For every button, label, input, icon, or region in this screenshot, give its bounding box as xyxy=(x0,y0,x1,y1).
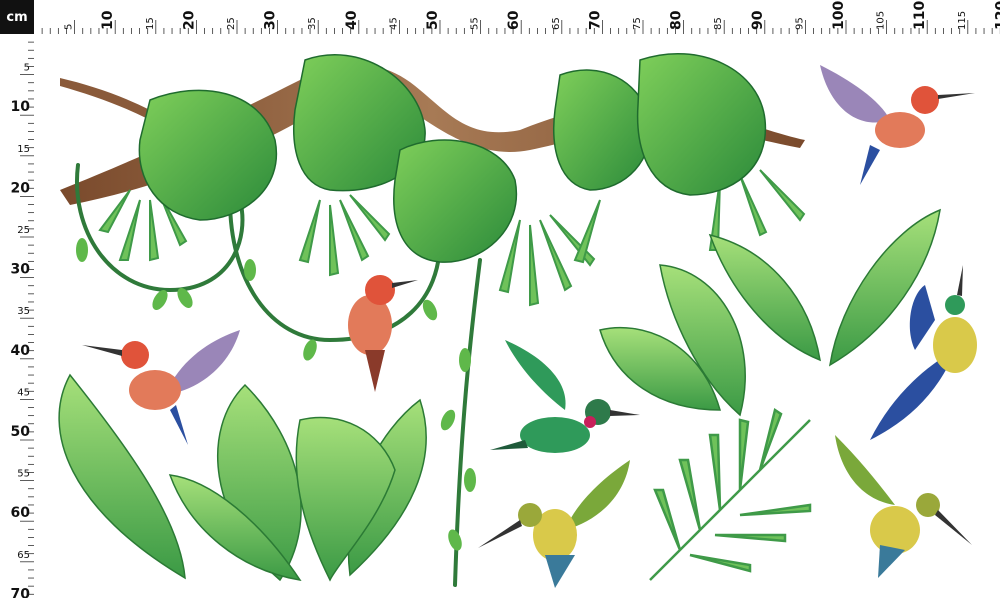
top-ruler-label: 10 xyxy=(100,10,116,30)
left-ruler-label: 70 xyxy=(11,586,31,598)
top-ruler-label: 110 xyxy=(912,1,928,30)
top-ruler-label: 95 xyxy=(794,17,805,30)
left-ruler-label: 55 xyxy=(17,469,30,480)
top-ruler-label: 45 xyxy=(388,17,399,30)
monstera-leaf xyxy=(138,89,278,221)
top-ruler-label: 105 xyxy=(876,11,887,30)
botanical-artwork xyxy=(58,52,977,588)
top-ruler-label: 120 xyxy=(993,1,1000,30)
left-ruler-label: 40 xyxy=(11,343,31,359)
left-ruler-label: 10 xyxy=(11,99,31,115)
left-ruler-label: 25 xyxy=(17,225,30,236)
top-ruler-label: 55 xyxy=(470,17,481,30)
ruler-unit-corner: cm xyxy=(0,0,34,34)
hummingbird-top-right xyxy=(820,65,975,185)
hummingbird-yellow-bottom-right xyxy=(835,435,972,578)
top-ruler-label: 65 xyxy=(551,17,562,30)
top-ruler-label: 60 xyxy=(506,10,522,30)
left-ruler-label: 15 xyxy=(17,144,30,155)
top-ruler-label: 80 xyxy=(669,10,685,30)
top-ruler-label: 40 xyxy=(344,10,360,30)
top-ruler-label: 85 xyxy=(713,17,724,30)
top-ruler-label: 100 xyxy=(831,1,847,30)
top-ruler-label: 90 xyxy=(750,10,766,30)
leaf-cluster-bottom-left xyxy=(58,373,427,582)
hummingbird-yellow-bottom xyxy=(478,460,630,588)
left-ruler-label: 20 xyxy=(11,180,31,196)
ruler-unit-label: cm xyxy=(6,9,28,25)
left-ruler-label: 30 xyxy=(11,262,31,278)
left-ruler-label: 60 xyxy=(11,505,31,521)
leaf-group-middle-right xyxy=(599,208,941,417)
hummingbird-perched xyxy=(348,275,418,392)
top-ruler-label: 20 xyxy=(181,10,197,30)
left-ruler-label: 50 xyxy=(11,424,31,440)
top-ruler-label: 30 xyxy=(263,10,279,30)
top-ruler-label: 15 xyxy=(145,17,156,30)
left-ruler-label: 35 xyxy=(17,306,30,317)
top-ruler-label: 5 xyxy=(64,24,75,30)
top-ruler: 5 10 15 20 25 30 35 40 45 50 55 60 65 70 75 80 85 90 95 100… xyxy=(34,0,1000,34)
left-ruler: 5 10 15 20 25 30 35 40 45 50 55 60 65 70 xyxy=(0,34,34,598)
top-ruler-label: 35 xyxy=(307,17,318,30)
monstera-leaf xyxy=(636,52,767,196)
top-ruler-label: 25 xyxy=(226,17,237,30)
top-ruler-label: 50 xyxy=(425,10,441,30)
left-ruler-label: 5 xyxy=(24,63,30,74)
palm-frond-bottom-right xyxy=(649,407,812,581)
monstera-leaf xyxy=(553,69,652,191)
top-ruler-label: 75 xyxy=(632,17,643,30)
monstera-leaf xyxy=(393,139,518,263)
top-ruler-label: 70 xyxy=(587,10,603,30)
left-ruler-label: 65 xyxy=(17,550,30,561)
left-ruler-label: 45 xyxy=(17,387,30,398)
top-ruler-label: 115 xyxy=(957,11,968,30)
